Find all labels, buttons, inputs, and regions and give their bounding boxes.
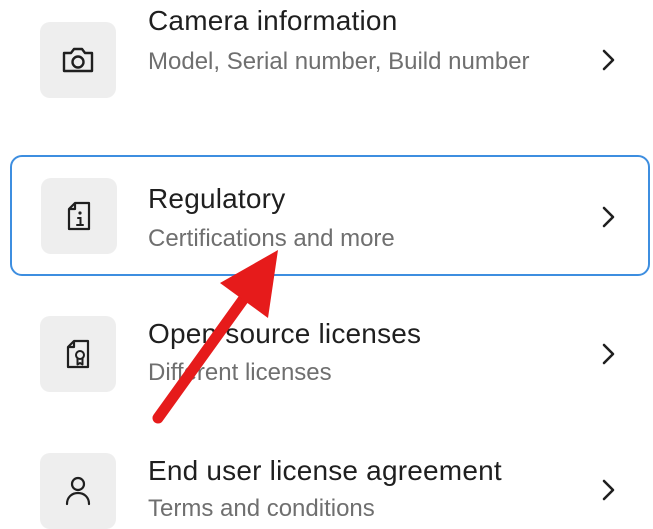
settings-item-subtitle: Terms and conditions (148, 495, 375, 522)
settings-item-subtitle: Certifications and more (148, 225, 395, 252)
document-info-icon (41, 178, 117, 254)
settings-item-title: Open source licenses (148, 318, 422, 349)
chevron-right-icon (602, 49, 615, 71)
camera-icon (40, 22, 116, 98)
settings-item-subtitle: Different licenses (148, 359, 332, 386)
settings-item-title: Regulatory (148, 183, 286, 214)
settings-item-regulatory[interactable]: Regulatory Certifications and more (10, 155, 650, 276)
settings-item-camera-information[interactable]: Camera information Model, Serial number,… (10, 0, 650, 140)
chevron-right-icon (602, 343, 615, 365)
settings-list: Camera information Model, Serial number,… (0, 0, 653, 529)
settings-item-title: End user license agreement (148, 455, 502, 486)
settings-item-subtitle: Model, Serial number, Build number (148, 48, 530, 75)
settings-item-end-user-license-agreement[interactable]: End user license agreement Terms and con… (10, 438, 650, 529)
chevron-right-icon (602, 206, 615, 228)
settings-item-title: Camera information (148, 5, 398, 36)
person-icon (40, 453, 116, 529)
chevron-right-icon (602, 479, 615, 501)
settings-item-open-source-licenses[interactable]: Open source licenses Different licenses (10, 300, 650, 410)
document-certificate-icon (40, 316, 116, 392)
